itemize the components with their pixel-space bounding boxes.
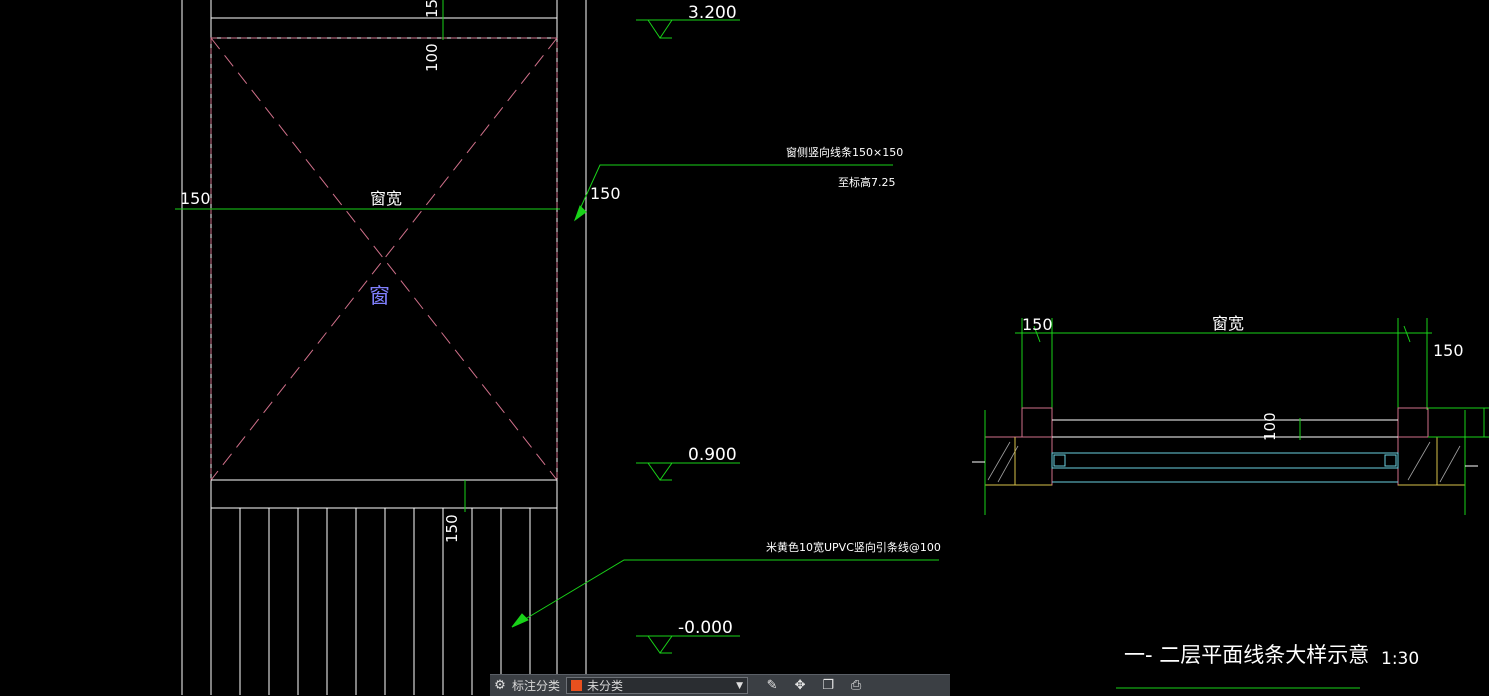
annotation-settings-icon[interactable]: ⚙: [490, 677, 510, 695]
elevation-marker-mid: [636, 462, 740, 481]
plan-detail: [972, 318, 1489, 515]
cad-drawing-canvas[interactable]: 150 100 150 150 窗宽 窗 150 3.200 0.900 -0.…: [0, 0, 1489, 695]
detail-dim-left-150: 150: [1022, 315, 1053, 334]
annotation-category-label: 标注分类: [512, 679, 561, 693]
note-upvc-line: 米黄色10宽UPVC竖向引条线@100: [766, 540, 941, 554]
copy-icon[interactable]: ❐: [814, 677, 842, 695]
print-icon[interactable]: ⎙: [842, 677, 870, 695]
layer-color-swatch: [571, 680, 583, 691]
detail-dim-right-150: 150: [1433, 341, 1464, 360]
layer-category-select[interactable]: 未分类 ▼: [566, 677, 749, 694]
layer-category-value: 未分类: [587, 679, 624, 693]
dim-right-150: 150: [590, 184, 621, 203]
dim-top-150: 150: [423, 0, 441, 18]
elevation-top-label: 3.200: [688, 3, 737, 23]
edit-annotation-icon[interactable]: ✎: [758, 677, 786, 695]
annotation-toolbar: ⚙ 标注分类 未分类 ▼ ✎ ✥ ❐ ⎙: [490, 674, 950, 696]
dim-bottom-150: 150: [443, 514, 461, 543]
note-to-elevation: 至标高7.25: [838, 175, 896, 189]
note-window-side-line: 窗侧竖向线条150×150: [786, 145, 903, 159]
dim-left-150: 150: [180, 189, 211, 208]
dim-window-width: 窗宽: [370, 189, 402, 208]
detail-title: 一- 二层平面线条大样示意: [1124, 643, 1369, 667]
detail-dim-window-width: 窗宽: [1212, 314, 1244, 333]
elevation-mid-label: 0.900: [688, 445, 737, 465]
elevation-view: [181, 0, 587, 695]
chevron-down-icon: ▼: [736, 680, 744, 691]
detail-dim-depth-100: 100: [1261, 412, 1279, 441]
elevation-bottom-label: -0.000: [678, 618, 733, 638]
move-icon[interactable]: ✥: [786, 677, 814, 695]
dim-top-100: 100: [423, 43, 441, 72]
elevation-marker-bottom: [636, 635, 740, 654]
detail-scale: 1:30: [1381, 649, 1419, 669]
window-label: 窗: [369, 284, 390, 308]
